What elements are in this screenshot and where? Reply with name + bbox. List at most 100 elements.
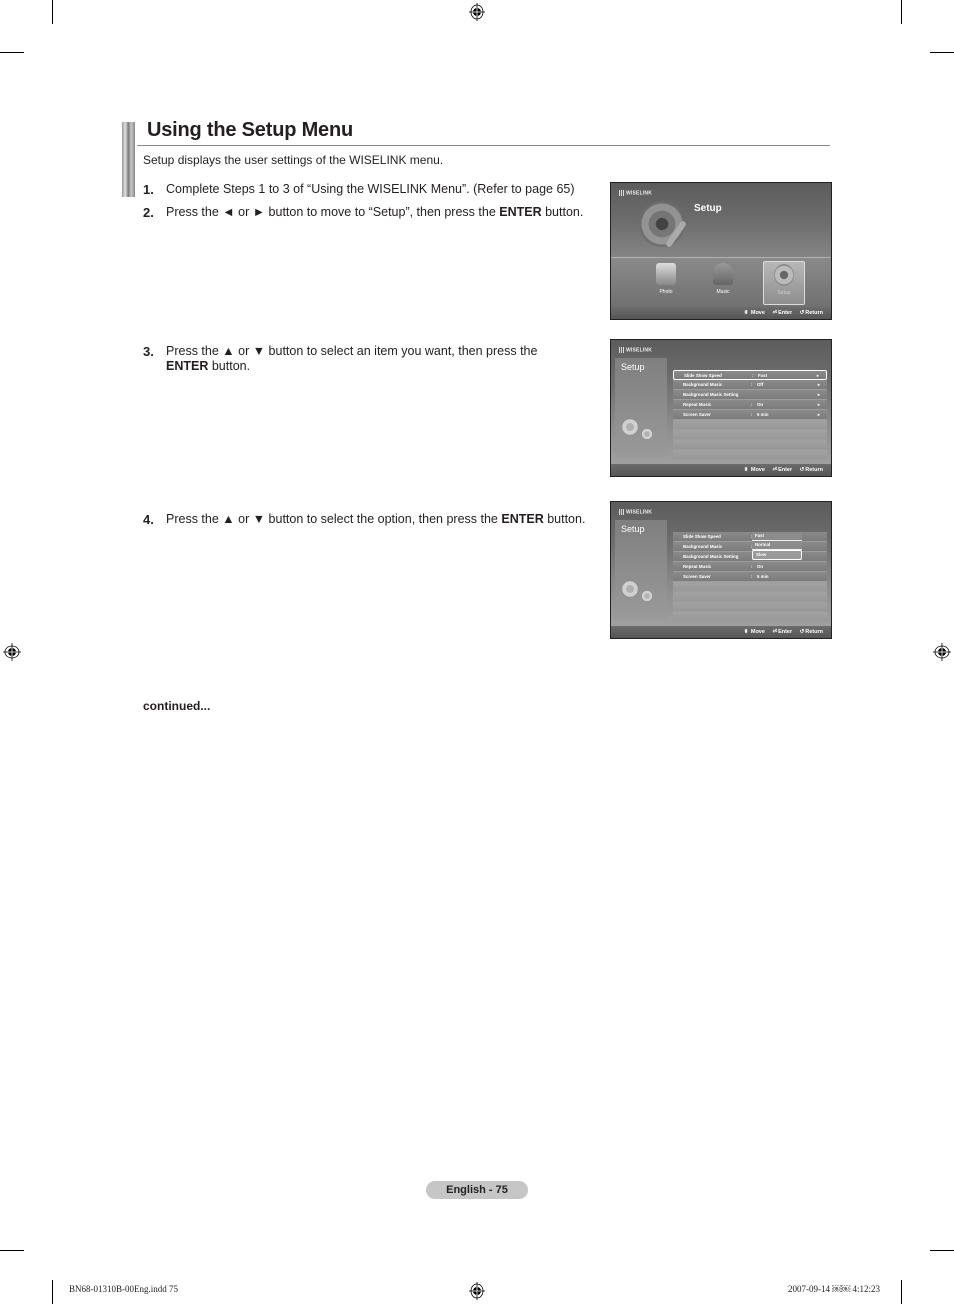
registration-mark-icon <box>933 643 951 661</box>
speed-options-dropdown: Fast Normal Slow <box>752 532 802 560</box>
menu-row-background-music-setting: Background Music Setting <box>673 552 827 562</box>
updown-arrows-icon: ⬍ <box>743 310 749 316</box>
step-text: button. <box>208 359 251 373</box>
remote-help-bar: ⬍ Move ⏎Enter ↺Return <box>611 464 831 476</box>
print-slug-timestamp: 2007-09-14 ￼￼ 4:12:23 <box>788 1284 880 1294</box>
crop-mark <box>52 0 53 24</box>
menu-row-empty <box>673 430 827 440</box>
return-icon: ↺ <box>799 310 805 316</box>
step-text: Press the ▲ or ▼ button to select the op… <box>166 512 502 526</box>
crop-mark <box>901 0 902 24</box>
screenshot-wiselink-home: WISELINK Setup Photo Music Setup ⬍ Move … <box>610 182 832 320</box>
step-text: button. <box>541 205 584 219</box>
page-number-badge: English - 75 <box>426 1181 528 1199</box>
crop-mark <box>930 52 954 53</box>
step-number: 3. <box>143 344 154 359</box>
menu-row-background-music-setting: Background Music Setting ► <box>673 390 827 400</box>
menu-row-repeat-music: Repeat Music: On <box>673 562 827 572</box>
menu-row-empty <box>673 582 827 592</box>
screen-title: Setup <box>694 203 722 214</box>
step-text: Press the ▲ or ▼ button to select an ite… <box>166 344 538 358</box>
step-text: Complete Steps 1 to 3 of “Using the WISE… <box>166 182 575 196</box>
enter-icon: ⏎ <box>772 629 778 635</box>
menu-row-slide-show-speed: Slide Show Speed: Fast ► <box>673 370 827 380</box>
arrow-right-icon: ► <box>817 382 821 387</box>
arrow-right-icon: ► <box>817 392 821 397</box>
headphones-icon <box>713 263 733 285</box>
menu-row-empty <box>673 450 827 460</box>
app-music: Music <box>703 261 743 303</box>
option-slow: Slow <box>752 550 802 560</box>
screenshot-setup-option: WISELINK Setup Slide Show Speed: Backgro… <box>610 501 832 639</box>
crop-mark <box>0 52 24 53</box>
step-text: Press the ◄ or ► button to move to “Setu… <box>166 205 500 219</box>
app-photo: Photo <box>646 261 686 303</box>
crop-mark <box>930 1250 954 1251</box>
step-3: 3. Press the ▲ or ▼ button to select an i… <box>143 344 537 374</box>
title-accent-bar <box>122 122 135 197</box>
registration-mark-icon <box>469 3 485 21</box>
gear-icon <box>621 580 639 598</box>
continued-label: continued... <box>143 699 211 713</box>
arrow-right-icon: ► <box>817 402 821 407</box>
wiselink-logo: WISELINK <box>619 509 652 515</box>
side-panel <box>615 358 667 458</box>
step-1: 1. Complete Steps 1 to 3 of “Using the WI… <box>143 182 575 198</box>
title-divider <box>137 145 830 146</box>
app-setup: Setup <box>763 261 805 305</box>
return-icon: ↺ <box>799 467 805 473</box>
remote-help-bar: ⬍ Move ⏎Enter ↺Return <box>611 307 831 319</box>
menu-row-screen-saver: Screen Saver:5 min <box>673 572 827 582</box>
intro-text: Setup displays the user settings of the … <box>143 153 444 167</box>
enter-keyword: ENTER <box>499 205 542 219</box>
menu-row-empty <box>673 612 827 622</box>
menu-row-empty <box>673 602 827 612</box>
step-number: 4. <box>143 512 154 527</box>
gear-icon <box>774 264 794 286</box>
step-number: 2. <box>143 205 154 220</box>
option-normal: Normal <box>752 541 802 550</box>
crop-mark <box>0 1250 24 1251</box>
side-title: Setup <box>621 524 645 534</box>
enter-keyword: ENTER <box>501 512 544 526</box>
menu-row-empty <box>673 440 827 450</box>
menu-row-empty <box>673 592 827 602</box>
option-fast: Fast <box>752 532 802 541</box>
wiselink-logo: WISELINK <box>619 190 652 196</box>
step-number: 1. <box>143 182 154 197</box>
enter-icon: ⏎ <box>772 310 778 316</box>
gear-icon <box>641 428 653 440</box>
gear-icon <box>621 418 639 436</box>
registration-mark-icon <box>469 1282 485 1300</box>
menu-row-background-music: Background Music: <box>673 542 827 552</box>
settings-menu: Slide Show Speed: Background Music: Back… <box>673 532 827 622</box>
side-title: Setup <box>621 362 645 372</box>
menu-row-empty <box>673 420 827 430</box>
arrow-right-icon: ► <box>816 373 820 378</box>
crop-mark <box>901 1280 902 1304</box>
enter-keyword: ENTER <box>166 359 209 373</box>
updown-arrows-icon: ⬍ <box>743 629 749 635</box>
menu-row-repeat-music: Repeat Music: On ► <box>673 400 827 410</box>
settings-menu: Slide Show Speed: Fast ► Background Music:… <box>673 370 827 460</box>
step-4: 4. Press the ▲ or ▼ button to select the … <box>143 512 585 528</box>
crop-mark <box>52 1280 53 1304</box>
photo-icon <box>656 263 676 285</box>
arrow-right-icon: ► <box>817 412 821 417</box>
registration-mark-icon <box>3 643 21 661</box>
remote-help-bar: ⬍ Move ⏎Enter ↺Return <box>611 626 831 638</box>
menu-row-slide-show-speed: Slide Show Speed: <box>673 532 827 542</box>
side-panel <box>615 520 667 620</box>
wiselink-logo: WISELINK <box>619 347 652 353</box>
screenshot-setup-menu: WISELINK Setup Slide Show Speed: Fast ► Ba… <box>610 339 832 477</box>
enter-icon: ⏎ <box>772 467 778 473</box>
return-icon: ↺ <box>799 629 805 635</box>
gear-icon <box>641 590 653 602</box>
updown-arrows-icon: ⬍ <box>743 467 749 473</box>
step-text: button. <box>543 512 586 526</box>
page-title: Using the Setup Menu <box>147 119 354 141</box>
step-2: 2. Press the ◄ or ► button to move to “Se… <box>143 205 583 221</box>
menu-row-screen-saver: Screen Saver:5 min ► <box>673 410 827 420</box>
print-slug-file: BN68-01310B-00Eng.indd 75 <box>69 1284 178 1294</box>
menu-row-background-music: Background Music: Off ► <box>673 380 827 390</box>
